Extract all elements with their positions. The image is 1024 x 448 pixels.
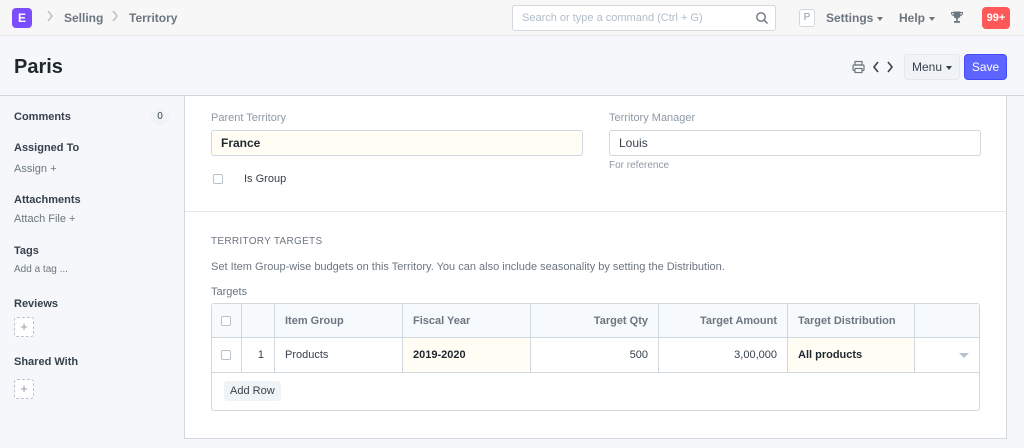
parent-territory-field[interactable]: France <box>211 130 583 156</box>
is-group-label: Is Group <box>244 173 287 185</box>
menu-label: Menu <box>911 60 943 74</box>
print-icon[interactable] <box>852 60 865 74</box>
add-row-button[interactable]: Add Row <box>224 381 281 401</box>
table-header: Item Group Fiscal Year Target Qty Target… <box>212 304 979 338</box>
fiscal-year-cell[interactable]: 2019-2020 <box>403 338 531 372</box>
territory-manager-help: For reference <box>609 160 670 171</box>
row-dropdown-icon[interactable] <box>959 353 969 358</box>
breadcrumb-selling[interactable]: Selling <box>64 11 103 25</box>
trophy-icon[interactable] <box>950 10 964 24</box>
target-distribution-cell[interactable]: All products <box>788 338 915 372</box>
section-divider <box>185 211 1006 212</box>
assigned-to-label: Assigned To <box>14 142 80 154</box>
table-row[interactable]: 1 Products 2019-2020 500 3,00,000 All pr… <box>212 338 979 373</box>
navbar: E Selling Territory P Settings Help 99+ <box>0 0 1024 36</box>
add-share-button[interactable]: + <box>14 379 34 399</box>
select-all-cell <box>212 304 242 337</box>
item-group-cell[interactable]: Products <box>275 338 403 372</box>
save-button[interactable]: Save <box>964 54 1007 80</box>
add-review-button[interactable]: + <box>14 317 34 337</box>
chevron-right-icon[interactable] <box>886 60 894 74</box>
assign-label: Assign <box>14 163 48 175</box>
chevron-right-icon <box>112 10 118 22</box>
targets-table: Item Group Fiscal Year Target Qty Target… <box>211 303 980 411</box>
plus-icon: + <box>69 213 76 225</box>
attach-file-label: Attach File <box>14 213 66 225</box>
column-header-fiscal-year: Fiscal Year <box>403 304 531 337</box>
select-all-checkbox[interactable] <box>221 316 231 326</box>
attach-file-link[interactable]: Attach File + <box>14 213 75 225</box>
column-header-actions <box>915 304 979 337</box>
chevron-right-icon <box>47 10 53 22</box>
row-checkbox[interactable] <box>221 350 231 360</box>
index-header <box>242 304 275 337</box>
chevron-left-icon[interactable] <box>872 60 880 74</box>
awesome-bar <box>512 5 776 31</box>
tags-label: Tags <box>14 245 39 257</box>
user-avatar[interactable]: P <box>799 9 815 27</box>
caret-down-icon <box>929 16 936 21</box>
help-dropdown[interactable]: Help <box>899 11 936 25</box>
menu-button[interactable]: Menu <box>904 54 960 80</box>
section-title: TERRITORY TARGETS <box>211 236 323 247</box>
territory-manager-label: Territory Manager <box>609 112 696 124</box>
comments-count: 0 <box>151 109 169 125</box>
row-index: 1 <box>242 338 275 372</box>
row-actions-cell <box>915 338 979 372</box>
target-amount-cell[interactable]: 3,00,000 <box>659 338 788 372</box>
row-select-cell <box>212 338 242 372</box>
assign-link[interactable]: Assign + <box>14 163 57 175</box>
column-header-item-group: Item Group <box>275 304 403 337</box>
section-description: Set Item Group-wise budgets on this Terr… <box>211 261 725 273</box>
notifications-badge[interactable]: 99+ <box>982 7 1010 29</box>
targets-label: Targets <box>211 286 248 298</box>
column-header-target-qty: Target Qty <box>531 304 659 337</box>
column-header-target-distribution: Target Distribution <box>788 304 915 337</box>
parent-territory-label: Parent Territory <box>211 112 286 124</box>
target-qty-cell[interactable]: 500 <box>531 338 659 372</box>
settings-dropdown[interactable]: Settings <box>826 11 884 25</box>
reviews-label: Reviews <box>14 298 59 310</box>
app-logo[interactable]: E <box>12 8 32 28</box>
shared-with-label: Shared With <box>14 356 79 368</box>
caret-down-icon <box>946 65 953 70</box>
territory-manager-field[interactable]: Louis <box>609 130 981 156</box>
plus-icon: + <box>50 163 57 175</box>
settings-label: Settings <box>826 11 874 25</box>
comments-label: Comments <box>14 111 71 123</box>
caret-down-icon <box>877 16 884 21</box>
form-body: Parent Territory France Is Group Territo… <box>184 96 1007 439</box>
breadcrumb-territory[interactable]: Territory <box>129 11 177 25</box>
attachments-label: Attachments <box>14 194 81 206</box>
page-title: Paris <box>14 56 63 78</box>
help-label: Help <box>899 11 926 25</box>
column-header-target-amount: Target Amount <box>659 304 788 337</box>
add-tag-link[interactable]: Add a tag ... <box>14 264 68 275</box>
search-input[interactable] <box>513 6 743 30</box>
search-icon[interactable] <box>755 11 769 25</box>
is-group-checkbox[interactable] <box>213 174 223 184</box>
